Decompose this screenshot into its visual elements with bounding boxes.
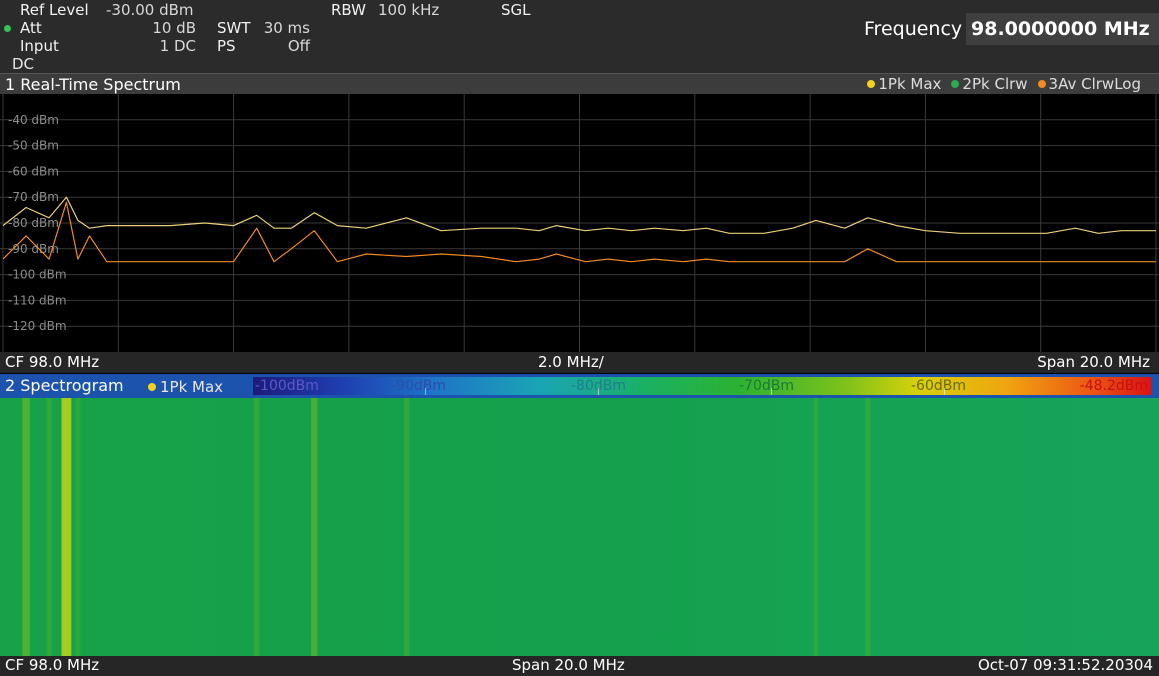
att-label[interactable]: Att (20, 19, 42, 37)
rbw-label[interactable]: RBW (331, 1, 366, 19)
colorbar-label: -100dBm (255, 378, 319, 394)
colorbar-tick (771, 388, 772, 395)
center-frequency-label[interactable]: CF 98.0 MHz (5, 656, 99, 674)
span-label[interactable]: Span 20.0 MHz (512, 656, 625, 674)
ref-level-label[interactable]: Ref Level (20, 1, 89, 19)
center-frequency-label[interactable]: CF 98.0 MHz (5, 353, 99, 371)
colorbar-tick (425, 388, 426, 395)
window2-titlebar[interactable]: 2 Spectrogram 1Pk Max -100dBm -90dBm -80… (0, 374, 1159, 398)
trace1-dot-icon (148, 383, 156, 391)
spectrogram-band (311, 398, 318, 656)
spectrogram-color-scale[interactable]: -100dBm -90dBm -80dBm -70dBm -60dBm -48.… (253, 377, 1151, 395)
att-value[interactable]: 10 dB (120, 19, 196, 37)
header-bar: Ref Level -30.00 dBm Att 10 dB Input 1 D… (0, 0, 1159, 73)
colorbar-label: -60dBm (911, 378, 966, 394)
sweep-mode-label[interactable]: SGL (501, 1, 531, 19)
y-tick-label: -60 dBm (8, 164, 59, 178)
spectrogram-background (0, 398, 1159, 656)
colorbar-label: -90dBm (391, 378, 446, 394)
swt-value[interactable]: 30 ms (250, 19, 310, 37)
legend-label: 1Pk Max (878, 75, 942, 93)
spectrogram-band (865, 398, 871, 656)
spectrogram-svg (0, 398, 1159, 656)
division-label: 2.0 MHz/ (538, 353, 604, 371)
trace-legend: 1Pk Max 2Pk Clrw 3Av ClrwLog (867, 75, 1141, 93)
swt-label[interactable]: SWT (217, 19, 251, 37)
y-tick-label: -120 dBm (8, 319, 67, 333)
y-tick-label: -110 dBm (8, 293, 67, 307)
ps-label[interactable]: PS (217, 37, 236, 55)
rbw-value[interactable]: 100 kHz (378, 1, 439, 19)
window1-titlebar[interactable]: 1 Real-Time Spectrum 1Pk Max 2Pk Clrw 3A… (0, 73, 1159, 94)
spectrogram-band (75, 398, 81, 656)
spectrogram-band (813, 398, 819, 656)
window2-footer: CF 98.0 MHz Span 20.0 MHz Oct-07 09:31:5… (0, 656, 1159, 676)
colorbar-tick (944, 388, 945, 395)
spectrogram-band (404, 398, 410, 656)
spectrogram-plot[interactable] (0, 398, 1159, 656)
spectrum-svg: -40 dBm-50 dBm-60 dBm-70 dBm-80 dBm-90 d… (0, 94, 1159, 352)
span-label[interactable]: Span 20.0 MHz (1037, 353, 1150, 371)
spectrogram-band (61, 398, 72, 656)
legend-label: 2Pk Clrw (962, 75, 1028, 93)
window1-footer: CF 98.0 MHz 2.0 MHz/ Span 20.0 MHz (0, 352, 1159, 373)
spectrogram-band (46, 398, 52, 656)
spectrum-grid (0, 94, 1159, 352)
real-time-spectrum-plot[interactable]: -40 dBm -50 dBm -60 dBm -70 dBm -80 dBm -90 d… (0, 94, 1159, 352)
colorbar-tick (598, 388, 599, 395)
colorbar-label: -70dBm (739, 378, 794, 394)
y-tick-label: -80 dBm (8, 216, 59, 230)
y-tick-label: -40 dBm (8, 113, 59, 127)
y-tick-label: -70 dBm (8, 190, 59, 204)
window2-title: 2 Spectrogram (5, 376, 124, 395)
status-dot-icon (4, 25, 11, 32)
dc-coupling-label: DC (12, 55, 35, 73)
colorbar-label: -48.2dBm (1079, 378, 1148, 394)
spectrogram-trace-indicator[interactable]: 1Pk Max (148, 378, 223, 396)
legend-item-2pk-clrw[interactable]: 2Pk Clrw (951, 75, 1028, 93)
spectrogram-trace-label: 1Pk Max (160, 378, 224, 396)
legend-item-1pk-max[interactable]: 1Pk Max (867, 75, 941, 93)
legend-item-3av-clrwlog[interactable]: 3Av ClrwLog (1037, 75, 1141, 93)
trace1-dot-icon (867, 80, 876, 88)
frequency-input[interactable]: 98.0000000 MHz (966, 13, 1159, 45)
window1-title: 1 Real-Time Spectrum (5, 75, 181, 94)
y-tick-label: -100 dBm (8, 268, 67, 282)
input-label[interactable]: Input (20, 37, 59, 55)
legend-label: 3Av ClrwLog (1048, 75, 1141, 93)
trace2-dot-icon (951, 80, 960, 88)
trace3-dot-icon (1037, 80, 1046, 88)
input-value[interactable]: 1 DC (120, 37, 196, 55)
spectrogram-band (253, 398, 260, 656)
frequency-label: Frequency (864, 18, 963, 40)
ref-level-value[interactable]: -30.00 dBm (106, 1, 194, 19)
timestamp-label: Oct-07 09:31:52.20304 (977, 656, 1153, 674)
spectrogram-band (22, 398, 30, 656)
ps-value[interactable]: Off (250, 37, 310, 55)
y-axis-labels: -40 dBm-50 dBm-60 dBm-70 dBm-80 dBm-90 d… (8, 113, 67, 333)
y-tick-label: -50 dBm (8, 139, 59, 153)
